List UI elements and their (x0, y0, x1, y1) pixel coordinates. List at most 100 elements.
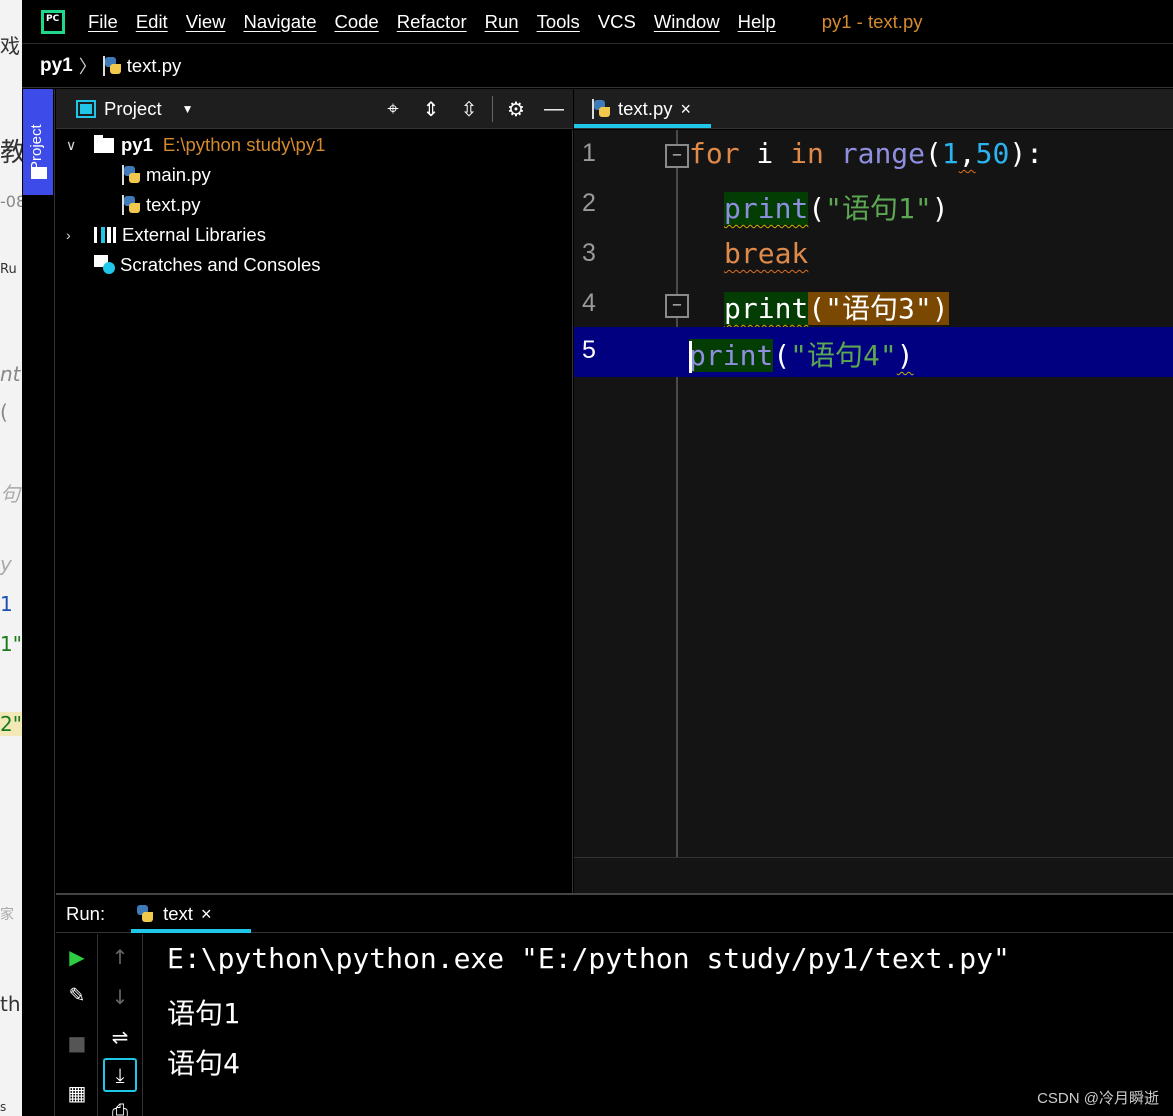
active-tab-indicator (131, 928, 252, 933)
token: range (840, 137, 926, 170)
menu-navigate[interactable]: Navigate (243, 11, 316, 33)
tab-label: text.py (618, 98, 673, 119)
line-number: 1 (582, 139, 596, 167)
menu-run[interactable]: Run (485, 11, 519, 33)
folder-icon (94, 134, 114, 153)
print-icon[interactable]: ⎙ (103, 1094, 137, 1116)
left-tool-strip: Project (22, 89, 55, 1116)
token: print (689, 339, 774, 372)
window-title: py1 - text.py (821, 10, 923, 32)
menu-bar: PC File Edit View Navigate Code Refactor… (22, 0, 1173, 44)
python-file-icon (592, 99, 612, 119)
minimize-icon[interactable]: — (535, 98, 573, 121)
tree-root-name: py1 (121, 134, 153, 155)
menu-file[interactable]: File (88, 11, 118, 33)
menu-help[interactable]: Help (738, 11, 776, 33)
run-tab-label: text (163, 902, 193, 924)
menu-edit[interactable]: Edit (136, 11, 168, 33)
bg-fragment: 戏 (0, 34, 20, 58)
pycharm-logo-icon: PC (41, 9, 65, 34)
run-tab-text[interactable]: text × (131, 895, 252, 933)
code-line[interactable]: 2 print("语句1") (574, 180, 1173, 230)
close-icon[interactable]: × (201, 903, 212, 925)
console-line: 语句1 (167, 997, 240, 1030)
tree-item-file[interactable]: main.py (122, 160, 211, 190)
python-file-icon (122, 195, 142, 215)
menu-vcs[interactable]: VCS (598, 11, 636, 33)
breadcrumb-file[interactable]: text.py (127, 55, 182, 77)
chevron-down-icon[interactable]: ∨ (66, 137, 84, 154)
chevron-right-icon[interactable]: › (66, 227, 84, 243)
token: ( (925, 137, 942, 170)
bg-fragment: 1" (0, 632, 22, 656)
project-panel-toolbar: ⌖ ⇕ ⇳ ⚙ — (374, 89, 573, 129)
close-icon[interactable]: × (681, 99, 692, 120)
python-file-icon (102, 56, 123, 76)
bg-fragment: th (0, 992, 21, 1016)
breadcrumb-root[interactable]: py1 (40, 55, 73, 77)
layout-icon[interactable]: ▦ (60, 1076, 94, 1110)
toolbar-divider (492, 96, 493, 122)
menu-refactor[interactable]: Refactor (397, 11, 467, 33)
tree-item-file[interactable]: text.py (122, 190, 201, 220)
project-tool-tab[interactable]: Project (23, 89, 53, 195)
tree-item-external-libraries[interactable]: › External Libraries (66, 220, 266, 250)
bg-fragment: ( (0, 400, 8, 424)
crosshair-icon[interactable]: ⌖ (374, 98, 412, 121)
expand-all-icon[interactable]: ⇕ (412, 97, 450, 122)
scroll-to-end-icon[interactable]: ⤓ (103, 1058, 137, 1092)
code-line[interactable]: 3 break (574, 230, 1173, 280)
run-console[interactable]: E:\python\python.exe "E:/python study/py… (143, 934, 1173, 1116)
soft-wrap-icon[interactable]: ⇌ (103, 1020, 137, 1054)
project-panel-title[interactable]: Project (104, 98, 162, 120)
code-line[interactable]: 1 − for i in range(1,50): (574, 130, 1173, 180)
arrow-up-icon[interactable]: ↑ (103, 940, 137, 974)
arrow-down-icon[interactable]: ↓ (103, 980, 137, 1014)
line-number: 5 (582, 336, 596, 364)
token: print (724, 292, 809, 325)
token: ): (1009, 137, 1044, 170)
stop-icon[interactable]: ■ (60, 1026, 94, 1060)
token: "语句1" (825, 192, 932, 225)
token: ( (773, 339, 791, 372)
gear-icon[interactable]: ⚙ (497, 97, 535, 122)
token: i (739, 137, 791, 170)
watermark: CSDN @冷月瞬逝 (1037, 1090, 1159, 1107)
breadcrumb: py1 〉 text.py (22, 45, 1173, 88)
rerun-icon[interactable]: ▶ (60, 940, 94, 974)
token: ) (896, 339, 914, 372)
token: for (689, 137, 740, 170)
run-panel-header: Run: text × (56, 895, 1173, 933)
python-file-icon (122, 165, 142, 185)
bg-fragment: Ru (0, 262, 17, 277)
folder-icon (31, 167, 47, 179)
background-window-strip: 戏 教 -08 Ru nt ( 句 y 1 1" 2" 家 th s (0, 0, 22, 1116)
run-toolbar-secondary: ↑ ↓ ⇌ ⤓ ⎙ (99, 934, 143, 1116)
code-line[interactable]: 4 − print("语句3") (574, 280, 1173, 330)
bg-fragment: 句 (0, 482, 20, 506)
code-editor[interactable]: 1 − for i in range(1,50): 2 print("语句1")… (574, 130, 1173, 857)
token: ( (808, 292, 826, 325)
menu-window[interactable]: Window (654, 11, 720, 33)
run-panel-label: Run: (66, 902, 106, 924)
active-tab-indicator (574, 124, 711, 128)
menu-tools[interactable]: Tools (537, 11, 580, 33)
token: ( (808, 192, 826, 225)
menu-view[interactable]: View (186, 11, 226, 33)
console-line: E:\python\python.exe "E:/python study/py… (167, 942, 1010, 975)
fold-icon[interactable]: − (665, 144, 689, 168)
token: break (724, 237, 809, 270)
collapse-all-icon[interactable]: ⇳ (450, 97, 488, 122)
chevron-down-icon[interactable]: ▼ (182, 102, 194, 116)
tree-item-scratches[interactable]: Scratches and Consoles (94, 250, 321, 280)
menu-code[interactable]: Code (334, 11, 378, 33)
code-line-current[interactable]: 5 print("语句4") (574, 327, 1173, 377)
editor-footer (574, 857, 1173, 893)
project-panel-header: Project ▼ ⌖ ⇕ ⇳ ⚙ — (56, 89, 573, 129)
tab-text-py[interactable]: text.py × (574, 89, 711, 129)
tree-label: External Libraries (122, 224, 266, 245)
tree-item-root[interactable]: ∨ py1 E:\python study\py1 (66, 130, 325, 160)
wrench-icon[interactable]: ✎ (60, 978, 94, 1012)
fold-icon[interactable]: − (665, 294, 689, 318)
line-number: 4 (582, 289, 596, 317)
